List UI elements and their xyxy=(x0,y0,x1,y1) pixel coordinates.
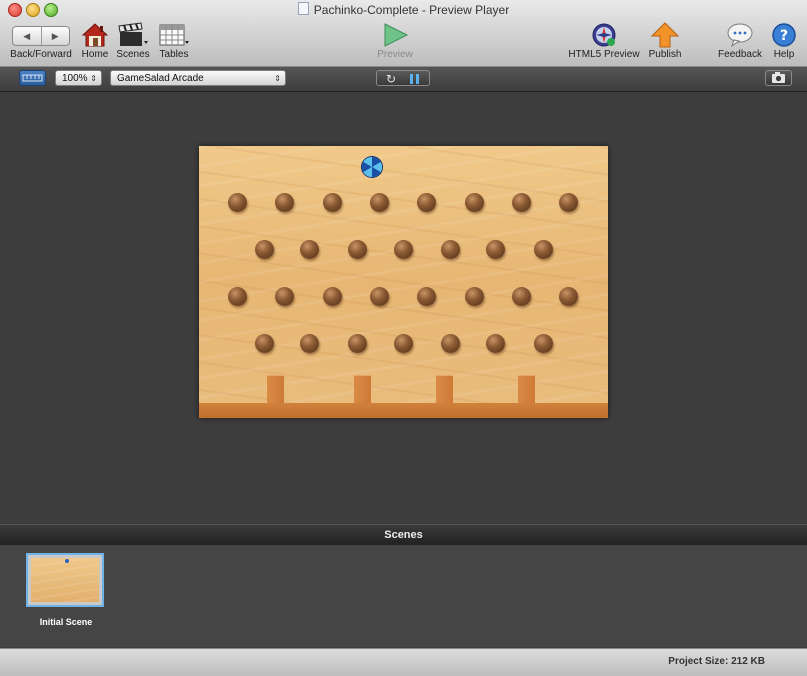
peg xyxy=(512,287,531,306)
project-size: Project Size: 212 KB xyxy=(668,656,765,667)
help-label: Help xyxy=(773,49,795,60)
scenes-label: Scenes xyxy=(116,49,150,60)
peg xyxy=(486,334,505,353)
peg xyxy=(465,287,484,306)
compass-icon xyxy=(592,23,616,47)
tables-button[interactable]: Tables xyxy=(156,22,192,60)
peg xyxy=(370,193,389,212)
html5-preview-label: HTML5 Preview xyxy=(568,49,640,60)
table-grid-icon xyxy=(159,24,189,46)
home-label: Home xyxy=(81,49,109,60)
publish-button[interactable]: Publish xyxy=(644,22,686,60)
speech-bubble-icon xyxy=(727,23,753,48)
reset-icon[interactable]: ↻ xyxy=(386,71,396,87)
html5-preview-button[interactable]: HTML5 Preview xyxy=(566,22,642,60)
peg xyxy=(512,193,531,212)
peg xyxy=(348,334,367,353)
scene-thumbnail-preview xyxy=(31,558,99,602)
slot-divider-post xyxy=(354,375,371,403)
peg xyxy=(441,334,460,353)
device-ruler-icon xyxy=(22,74,43,82)
pachinko-ball xyxy=(362,157,382,177)
peg xyxy=(228,193,247,212)
upload-arrow-icon xyxy=(651,22,679,48)
play-icon xyxy=(384,23,409,47)
screenshot-button[interactable] xyxy=(765,70,792,86)
select-arrows-icon: ⇕ xyxy=(90,74,97,83)
device-value: GameSalad Arcade xyxy=(117,73,204,84)
home-button[interactable]: Home xyxy=(80,22,110,60)
svg-text:?: ? xyxy=(780,28,788,44)
peg xyxy=(300,334,319,353)
peg xyxy=(300,240,319,259)
forward-arrow-icon[interactable]: ▶ xyxy=(40,27,70,45)
scenes-panel xyxy=(0,545,807,647)
device-select[interactable]: GameSalad Arcade ⇕ xyxy=(110,70,286,86)
help-button[interactable]: ? Help xyxy=(768,22,800,60)
peg xyxy=(534,334,553,353)
peg xyxy=(255,334,274,353)
zoom-value: 100% xyxy=(62,73,88,84)
peg xyxy=(255,240,274,259)
peg xyxy=(534,240,553,259)
back-forward-segmented: ◀ ▶ xyxy=(12,26,70,46)
camera-icon xyxy=(772,72,785,83)
board-floor xyxy=(199,403,608,418)
scenes-button[interactable]: Scenes xyxy=(115,22,151,60)
window-titlebar: Pachinko-Complete - Preview Player ◀ ▶ B… xyxy=(0,0,807,67)
peg xyxy=(394,334,413,353)
peg xyxy=(465,193,484,212)
window-title-area: Pachinko-Complete - Preview Player xyxy=(0,2,807,17)
feedback-label: Feedback xyxy=(718,49,762,60)
zoom-select[interactable]: 100% ⇕ xyxy=(55,70,102,86)
peg xyxy=(417,287,436,306)
feedback-button[interactable]: Feedback xyxy=(716,22,764,60)
window-title: Pachinko-Complete - Preview Player xyxy=(313,3,510,17)
scene-label: Initial Scene xyxy=(39,617,93,627)
game-board[interactable] xyxy=(199,146,608,418)
playback-controls: ↻ xyxy=(376,70,430,86)
peg xyxy=(559,193,578,212)
peg xyxy=(417,193,436,212)
peg xyxy=(323,193,342,212)
peg xyxy=(228,287,247,306)
preview-button[interactable]: Preview xyxy=(374,22,416,60)
device-orientation-button[interactable] xyxy=(19,70,46,86)
back-forward-label: Back/Forward xyxy=(10,49,72,60)
clapperboard-icon xyxy=(118,22,148,46)
peg xyxy=(559,287,578,306)
slot-divider-post xyxy=(267,375,284,403)
peg xyxy=(348,240,367,259)
peg xyxy=(486,240,505,259)
select-arrows-icon: ⇕ xyxy=(274,74,281,83)
tables-label: Tables xyxy=(159,49,189,60)
back-forward-control: ◀ ▶ Back/Forward xyxy=(8,22,74,60)
help-question-icon: ? xyxy=(772,23,796,47)
peg xyxy=(441,240,460,259)
peg xyxy=(323,287,342,306)
thumbnail-ball xyxy=(65,559,69,563)
pause-icon[interactable] xyxy=(410,74,420,84)
slot-divider-post xyxy=(436,375,453,403)
home-icon xyxy=(81,23,109,47)
back-arrow-icon[interactable]: ◀ xyxy=(13,27,41,45)
peg xyxy=(370,287,389,306)
peg xyxy=(394,240,413,259)
status-bar: Project Size: 212 KB xyxy=(0,648,807,676)
peg xyxy=(275,193,294,212)
document-icon xyxy=(297,2,309,15)
scenes-panel-header: Scenes xyxy=(0,524,807,546)
publish-label: Publish xyxy=(648,49,682,60)
peg xyxy=(275,287,294,306)
preview-controls-bar: 100% ⇕ GameSalad Arcade ⇕ ↻ xyxy=(0,67,807,92)
scene-thumbnail[interactable] xyxy=(26,553,104,607)
preview-label: Preview xyxy=(377,49,413,60)
slot-divider-post xyxy=(518,375,535,403)
